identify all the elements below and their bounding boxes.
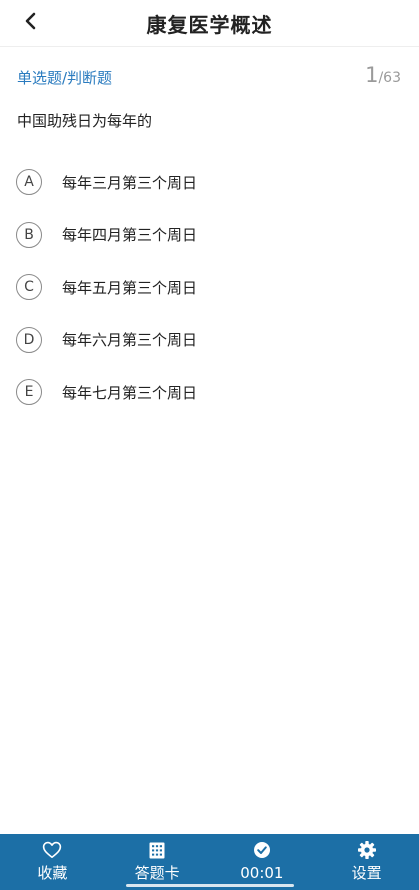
option-b[interactable]: B 每年四月第三个周日	[0, 209, 419, 262]
option-text: 每年四月第三个周日	[62, 226, 198, 245]
exam-page: 康复医学概述 单选题/判断题 1/63 中国助残日为每年的 A 每年三月第三个周…	[0, 0, 419, 890]
question-type-label: 单选题/判断题	[17, 69, 113, 87]
page-title: 康复医学概述	[146, 13, 273, 37]
option-c[interactable]: C 每年五月第三个周日	[0, 261, 419, 314]
settings-label: 设置	[351, 864, 382, 882]
option-letter-badge: E	[16, 379, 42, 406]
answer-options: A 每年三月第三个周日 B 每年四月第三个周日 C 每年五月第三个周日 D 每年…	[0, 156, 419, 419]
option-text: 每年七月第三个周日	[62, 383, 198, 402]
option-text: 每年六月第三个周日	[62, 331, 198, 350]
option-text: 每年三月第三个周日	[62, 173, 198, 192]
option-letter-badge: C	[16, 274, 42, 301]
option-text: 每年五月第三个周日	[62, 278, 198, 297]
gear-icon	[357, 840, 377, 860]
answer-card-button[interactable]: 答题卡	[105, 834, 210, 890]
heart-icon	[42, 840, 62, 860]
total-question-count: 63	[383, 70, 401, 86]
option-letter-badge: B	[16, 221, 42, 248]
option-e[interactable]: E 每年七月第三个周日	[0, 366, 419, 419]
bottom-toolbar: 收藏 答题卡 00:01 设置	[0, 834, 419, 890]
timer-display: 00:01	[210, 834, 315, 890]
clock-icon	[253, 840, 271, 860]
favorite-button[interactable]: 收藏	[0, 834, 105, 890]
favorite-label: 收藏	[37, 864, 68, 882]
option-letter-badge: D	[16, 326, 42, 353]
current-question-number: 1	[365, 63, 379, 87]
grid-icon	[149, 840, 165, 860]
answer-card-label: 答题卡	[134, 864, 180, 882]
option-a[interactable]: A 每年三月第三个周日	[0, 156, 419, 209]
timer-label: 00:01	[240, 864, 284, 882]
home-indicator	[126, 884, 294, 887]
top-nav-bar: 康复医学概述	[0, 0, 419, 47]
option-d[interactable]: D 每年六月第三个周日	[0, 314, 419, 367]
question-progress: 1/63	[365, 63, 401, 87]
question-text: 中国助残日为每年的	[17, 112, 153, 130]
option-letter-badge: A	[16, 169, 42, 196]
settings-button[interactable]: 设置	[314, 834, 419, 890]
